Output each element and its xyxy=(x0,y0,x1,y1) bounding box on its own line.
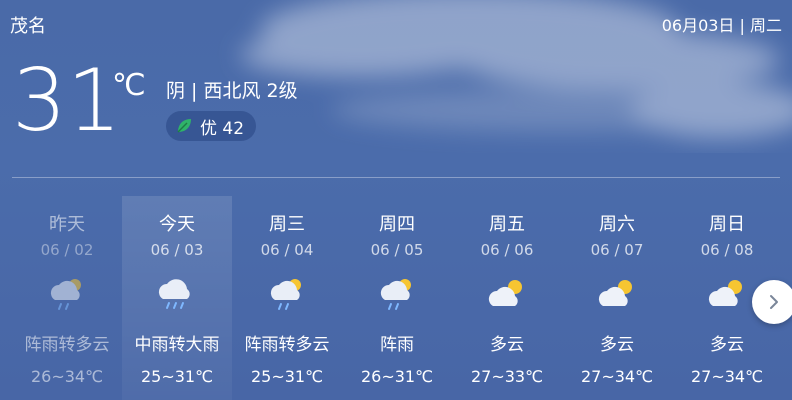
aqi-value: 优 42 xyxy=(200,118,245,139)
forecast-day[interactable]: 周三 06 / 04 阵雨转多云 25~31℃ xyxy=(232,196,342,400)
day-date: 06 / 08 xyxy=(700,241,754,259)
current-temperature: 31 xyxy=(12,51,122,151)
day-name: 周五 xyxy=(489,214,525,235)
day-weather: 阵雨转多云 xyxy=(24,335,110,355)
forecast-day[interactable]: 周四 06 / 05 阵雨 26~31℃ xyxy=(342,196,452,400)
day-name: 周四 xyxy=(379,214,415,235)
day-name: 昨天 xyxy=(49,214,85,235)
day-weather: 多云 xyxy=(710,335,744,355)
chevron-right-icon xyxy=(770,295,778,309)
partly-cloudy-icon xyxy=(595,274,639,314)
temperature-unit: ℃ xyxy=(112,68,146,103)
partly-cloudy-icon xyxy=(705,274,749,314)
forecast-day[interactable]: 周六 06 / 07 多云 27~34℃ xyxy=(562,196,672,400)
day-name: 周六 xyxy=(599,214,635,235)
day-date: 06 / 03 xyxy=(150,241,204,259)
day-temp-range: 27~34℃ xyxy=(580,367,654,386)
aqi-badge[interactable]: 优 42 xyxy=(166,111,257,141)
partly-cloudy-icon xyxy=(485,274,529,314)
current-date: 06月03日 | 周二 xyxy=(661,16,782,35)
heavy-rain-icon xyxy=(155,274,199,314)
day-name: 周日 xyxy=(709,214,745,235)
current-condition: 阴 | 西北风 2级 xyxy=(166,80,298,102)
day-weather: 多云 xyxy=(490,335,524,355)
day-date: 06 / 02 xyxy=(40,241,94,259)
rain-with-sun-icon xyxy=(265,274,309,314)
day-name: 今天 xyxy=(159,214,195,235)
day-temp-range: 26~34℃ xyxy=(30,367,104,386)
day-weather: 中雨转大雨 xyxy=(134,335,220,355)
day-date: 06 / 06 xyxy=(480,241,534,259)
day-date: 06 / 07 xyxy=(590,241,644,259)
day-weather: 阵雨转多云 xyxy=(244,335,330,355)
rain-with-sun-icon xyxy=(45,274,89,314)
day-name: 周三 xyxy=(269,214,305,235)
day-weather: 阵雨 xyxy=(380,335,414,355)
day-temp-range: 25~31℃ xyxy=(140,367,214,386)
forecast-day[interactable]: 周五 06 / 06 多云 27~33℃ xyxy=(452,196,562,400)
day-temp-range: 27~33℃ xyxy=(470,367,544,386)
day-temp-range: 25~31℃ xyxy=(250,367,324,386)
day-temp-range: 27~34℃ xyxy=(690,367,764,386)
forecast-list: 昨天 06 / 02 阵雨转多云 26~34℃ 今天 06 / 03 中雨转大雨 25~31℃… xyxy=(12,196,782,400)
day-temp-range: 26~31℃ xyxy=(360,367,434,386)
next-button[interactable] xyxy=(752,280,792,324)
divider xyxy=(12,177,780,178)
forecast-day[interactable]: 今天 06 / 03 中雨转大雨 25~31℃ xyxy=(122,196,232,400)
leaf-icon xyxy=(177,119,191,133)
forecast-day[interactable]: 昨天 06 / 02 阵雨转多云 26~34℃ xyxy=(12,196,122,400)
day-weather: 多云 xyxy=(600,335,634,355)
day-date: 06 / 05 xyxy=(370,241,424,259)
rain-with-sun-icon xyxy=(375,274,419,314)
city-name[interactable]: 茂名 xyxy=(10,12,46,38)
day-date: 06 / 04 xyxy=(260,241,314,259)
